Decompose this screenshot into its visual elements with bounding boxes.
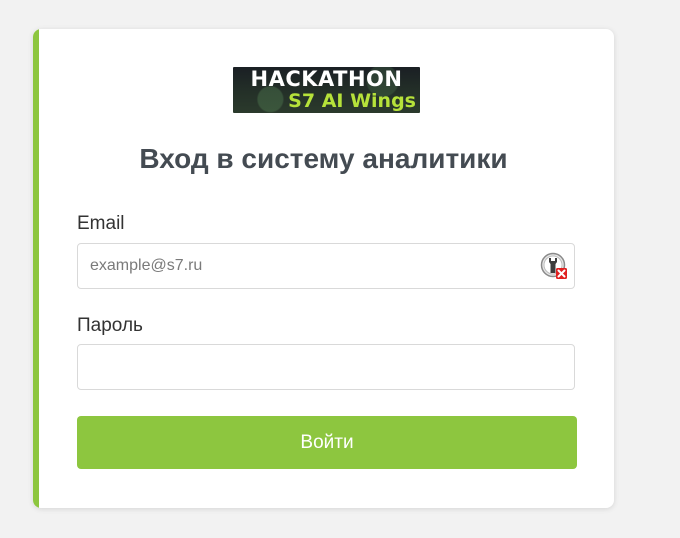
logo-text-hackathon: HACKATHON: [250, 67, 403, 91]
login-card: HACKATHON S7 AI Wings Вход в систему ана…: [33, 29, 614, 508]
login-button[interactable]: Войти: [77, 416, 577, 469]
password-manager-icon[interactable]: [540, 252, 568, 280]
email-label: Email: [77, 213, 125, 234]
logo-text-s7-ai-wings: S7 AI Wings: [288, 90, 416, 112]
hackathon-logo: HACKATHON S7 AI Wings: [233, 67, 420, 113]
card-accent-bar: [33, 29, 39, 508]
password-field[interactable]: [77, 344, 575, 390]
page-title: Вход в систему аналитики: [139, 143, 508, 174]
email-field[interactable]: [77, 243, 575, 289]
password-label: Пароль: [77, 315, 143, 336]
